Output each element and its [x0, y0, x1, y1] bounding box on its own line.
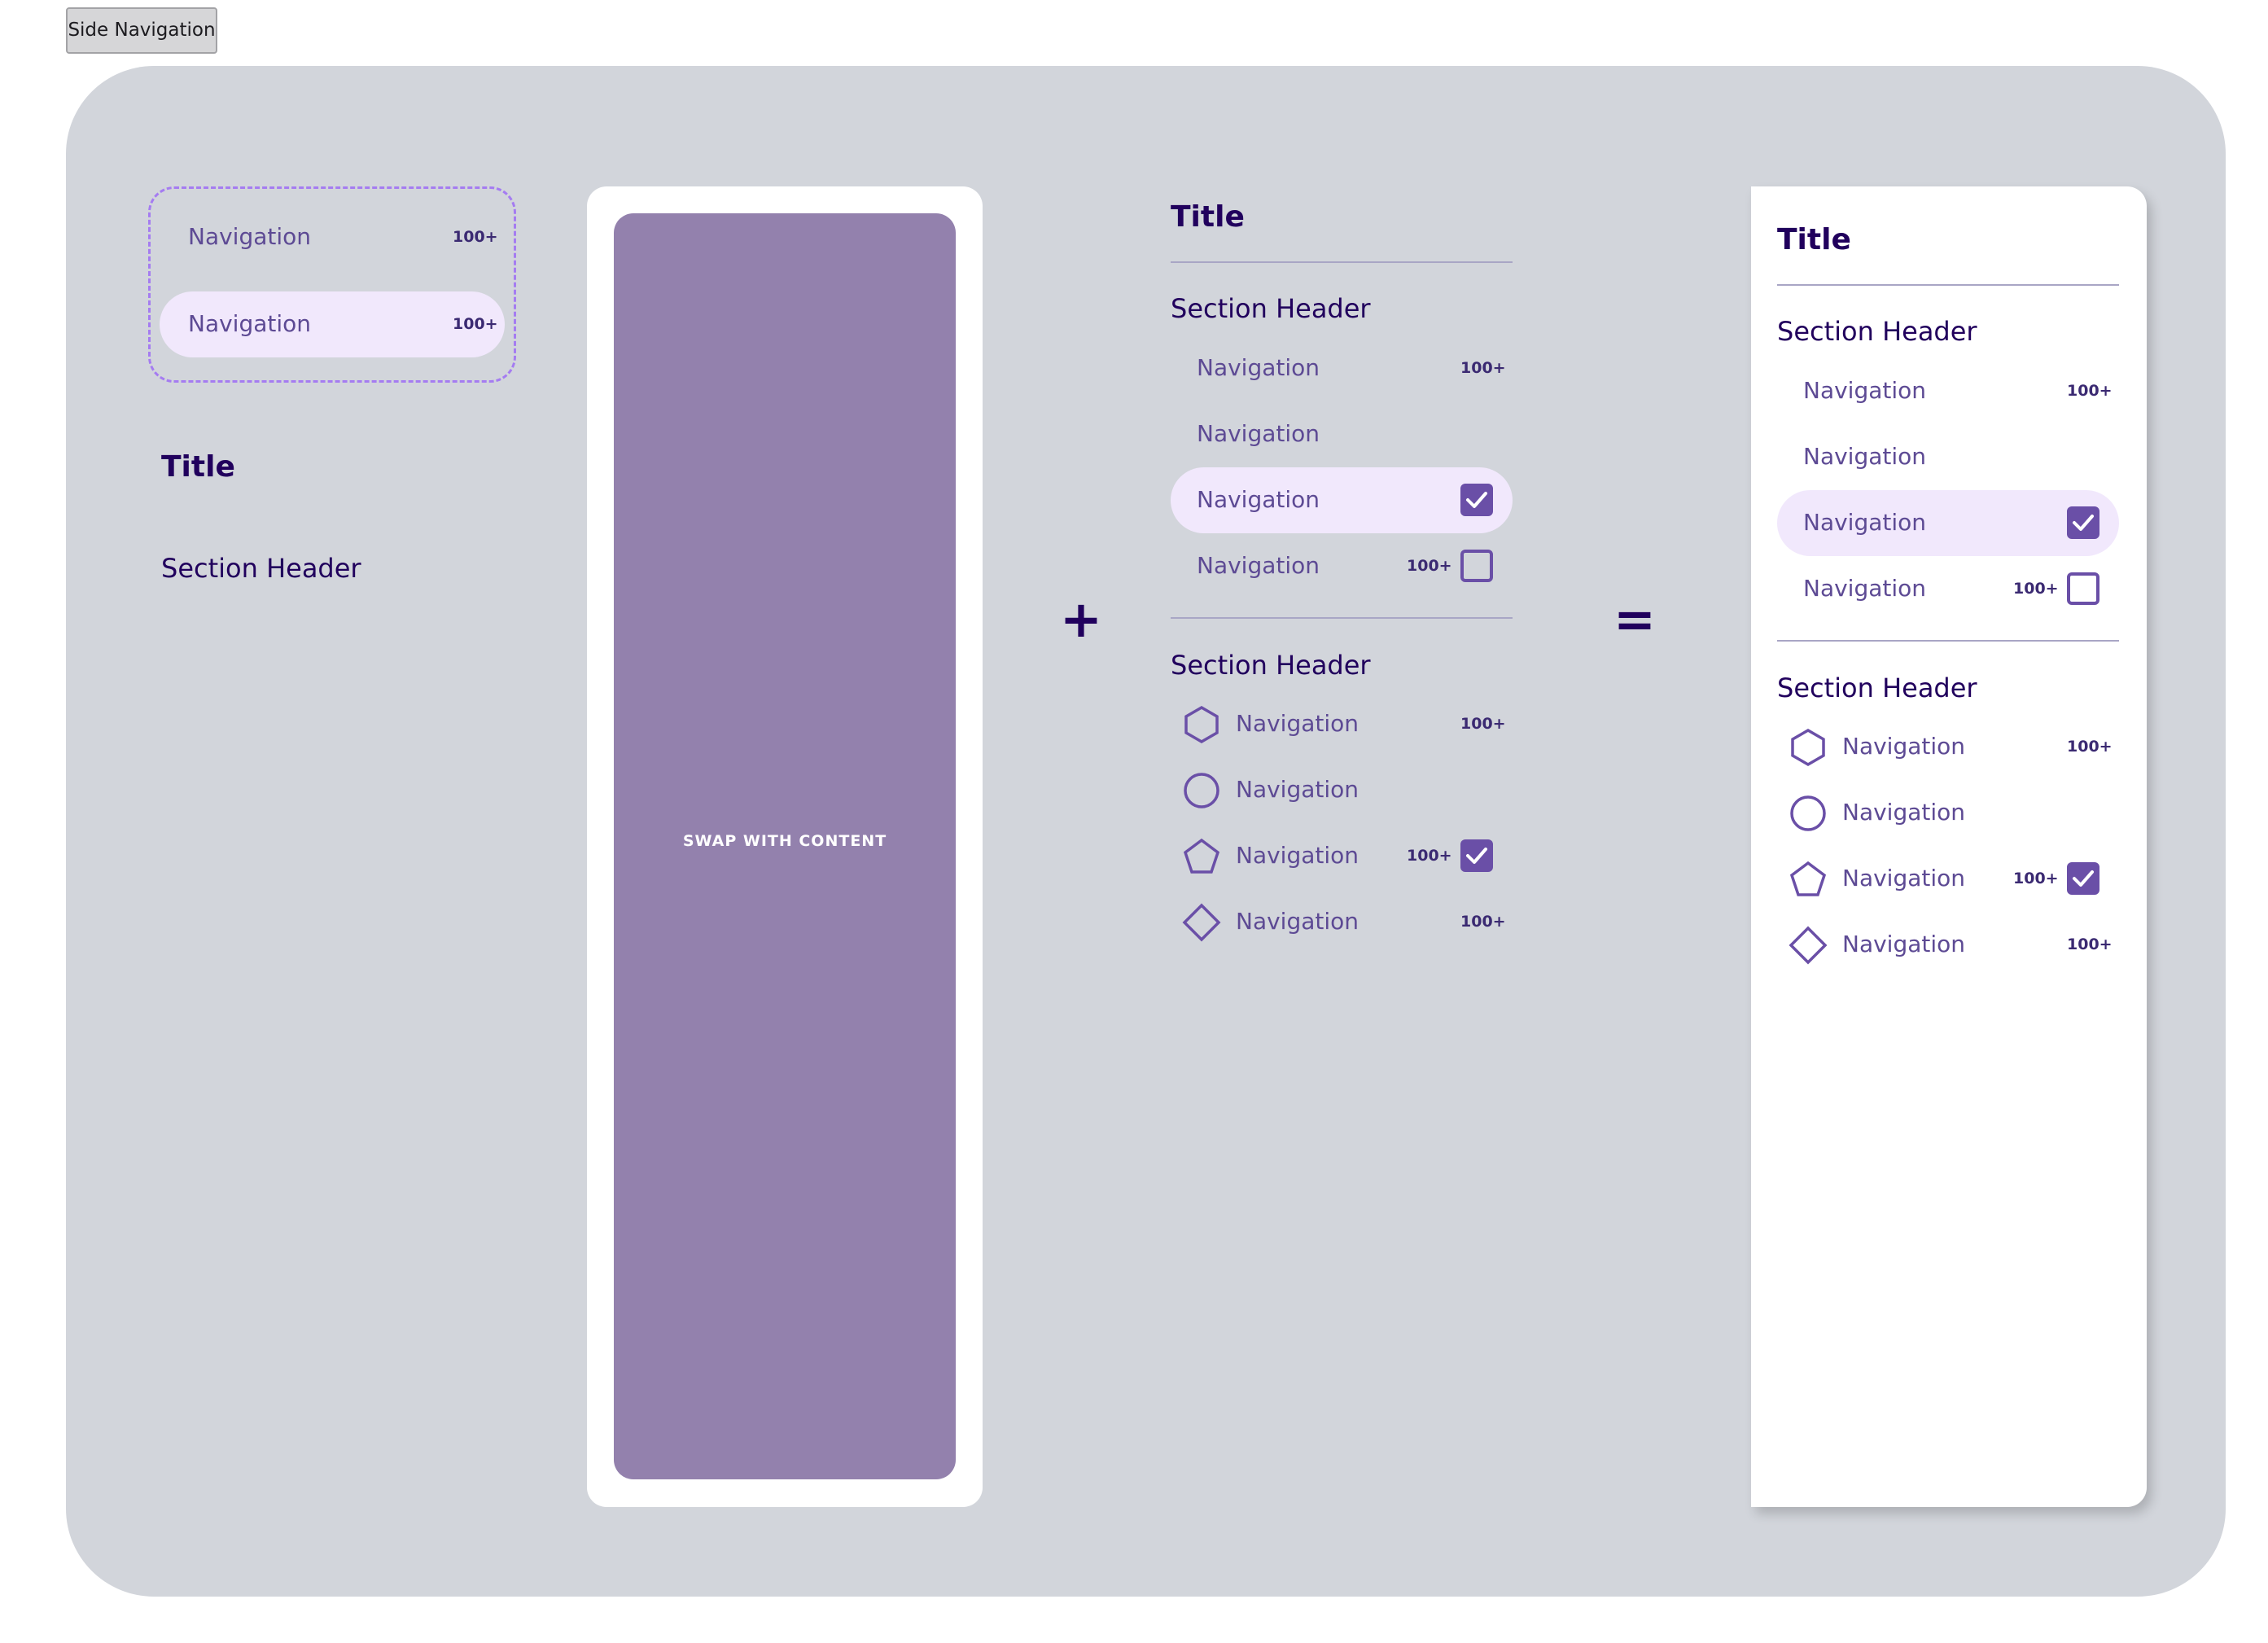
nav-item-4[interactable]: Navigation 100+ [1171, 533, 1513, 599]
nav-item-label: Navigation [1803, 509, 1927, 536]
nav-item-badge: 100+ [2013, 870, 2059, 887]
side-navigation-result: Title Section Header Navigation 100+ Nav… [1751, 186, 2147, 1507]
nav-item-label: Navigation [1842, 733, 1966, 760]
nav-item-label: Navigation [1842, 931, 1966, 957]
nav-item-badge: 100+ [1407, 847, 1452, 865]
page-label[interactable]: Side Navigation [66, 7, 217, 54]
drawer-title: Title [1171, 200, 1245, 234]
checkbox-empty-icon[interactable] [2067, 572, 2099, 605]
nav-item-badge: 100+ [1460, 359, 1506, 377]
nav-item-2[interactable]: Navigation [1777, 424, 2119, 490]
drawer-title: Title [1777, 223, 1851, 256]
nav-item-1[interactable]: Navigation 100+ [1171, 335, 1513, 401]
nav-item-label: Navigation [188, 223, 312, 250]
nav-item-1[interactable]: Navigation 100+ [1777, 358, 2119, 424]
nav-item-label: Navigation [1236, 842, 1359, 869]
nav-item-2[interactable]: Navigation [1171, 401, 1513, 467]
nav-item-8[interactable]: Navigation 100+ [1777, 912, 2119, 978]
hexagon-icon [1184, 705, 1219, 744]
checkbox-checked-icon[interactable] [1460, 839, 1493, 872]
section-header: Section Header [1171, 650, 1371, 681]
nav-item-label: Navigation [1236, 710, 1359, 737]
nav-item-badge: 100+ [2013, 580, 2059, 598]
nav-item-badge: 100+ [453, 315, 498, 333]
divider [1171, 617, 1513, 619]
content-panel: SWAP WITH CONTENT [587, 186, 983, 1507]
nav-item-label: Navigation [1197, 354, 1320, 381]
section-header: Section Header [1171, 293, 1371, 324]
nav-item-6[interactable]: Navigation [1777, 780, 2119, 846]
content-placeholder: SWAP WITH CONTENT [614, 213, 956, 1479]
circle-icon [1184, 773, 1219, 808]
nav-item-badge: 100+ [1460, 913, 1506, 931]
nav-item-badge: 100+ [453, 228, 498, 246]
nav-item-4[interactable]: Navigation 100+ [1777, 556, 2119, 622]
plus-icon: + [1060, 589, 1102, 649]
section-header: Section Header [1777, 316, 1977, 347]
diamond-icon [1789, 926, 1828, 965]
hexagon-icon [1791, 728, 1825, 767]
nav-item-badge: 100+ [2067, 382, 2113, 400]
pentagon-icon [1789, 861, 1827, 896]
equals-icon: = [1613, 589, 1656, 649]
nav-item-label: Navigation [1197, 552, 1320, 579]
nav-item-badge: 100+ [1460, 715, 1506, 733]
nav-item-label: Navigation [1197, 486, 1320, 513]
nav-item-badge: 100+ [2067, 935, 2113, 953]
nav-item-3-active[interactable]: Navigation [1777, 490, 2119, 556]
nav-item-label: Navigation [1842, 865, 1966, 892]
nav-item-7[interactable]: Navigation 100+ [1777, 846, 2119, 912]
nav-item-label: Navigation [1236, 908, 1359, 935]
divider [1171, 261, 1513, 263]
swap-with-content-label: SWAP WITH CONTENT [682, 832, 887, 850]
nav-item-label: Navigation [1803, 377, 1927, 404]
nav-item-8[interactable]: Navigation 100+ [1171, 889, 1513, 955]
nav-item-7[interactable]: Navigation 100+ [1171, 823, 1513, 889]
nav-item-badge: 100+ [2067, 738, 2113, 756]
nav-item-active[interactable]: Navigation 100+ [160, 291, 505, 357]
nav-item-inactive[interactable]: Navigation 100+ [160, 189, 505, 255]
nav-item-label: Navigation [1803, 575, 1927, 602]
nav-item-label: Navigation [1197, 420, 1320, 447]
checkbox-checked-icon[interactable] [2067, 506, 2099, 539]
section-header-sample: Section Header [161, 553, 361, 584]
pentagon-icon [1183, 838, 1220, 874]
title-sample: Title [161, 450, 235, 484]
nav-item-label: Navigation [188, 310, 312, 337]
nav-item-label: Navigation [1236, 776, 1359, 803]
checkbox-empty-icon[interactable] [1460, 550, 1493, 582]
diamond-icon [1182, 903, 1221, 942]
nav-item-label: Navigation [1803, 443, 1927, 470]
nav-item-3-active[interactable]: Navigation [1171, 467, 1513, 533]
circle-icon [1790, 795, 1826, 831]
checkbox-checked-icon[interactable] [2067, 862, 2099, 895]
nav-item-label: Navigation [1842, 799, 1966, 826]
nav-item-6[interactable]: Navigation [1171, 757, 1513, 823]
nav-item-5[interactable]: Navigation 100+ [1171, 691, 1513, 757]
nav-item-5[interactable]: Navigation 100+ [1777, 714, 2119, 780]
section-header: Section Header [1777, 673, 1977, 703]
checkbox-checked-icon[interactable] [1460, 484, 1493, 516]
nav-item-badge: 100+ [1407, 557, 1452, 575]
divider [1777, 640, 2119, 642]
divider [1777, 284, 2119, 286]
nav-item-components: Navigation 100+ Navigation 100+ [148, 186, 516, 383]
